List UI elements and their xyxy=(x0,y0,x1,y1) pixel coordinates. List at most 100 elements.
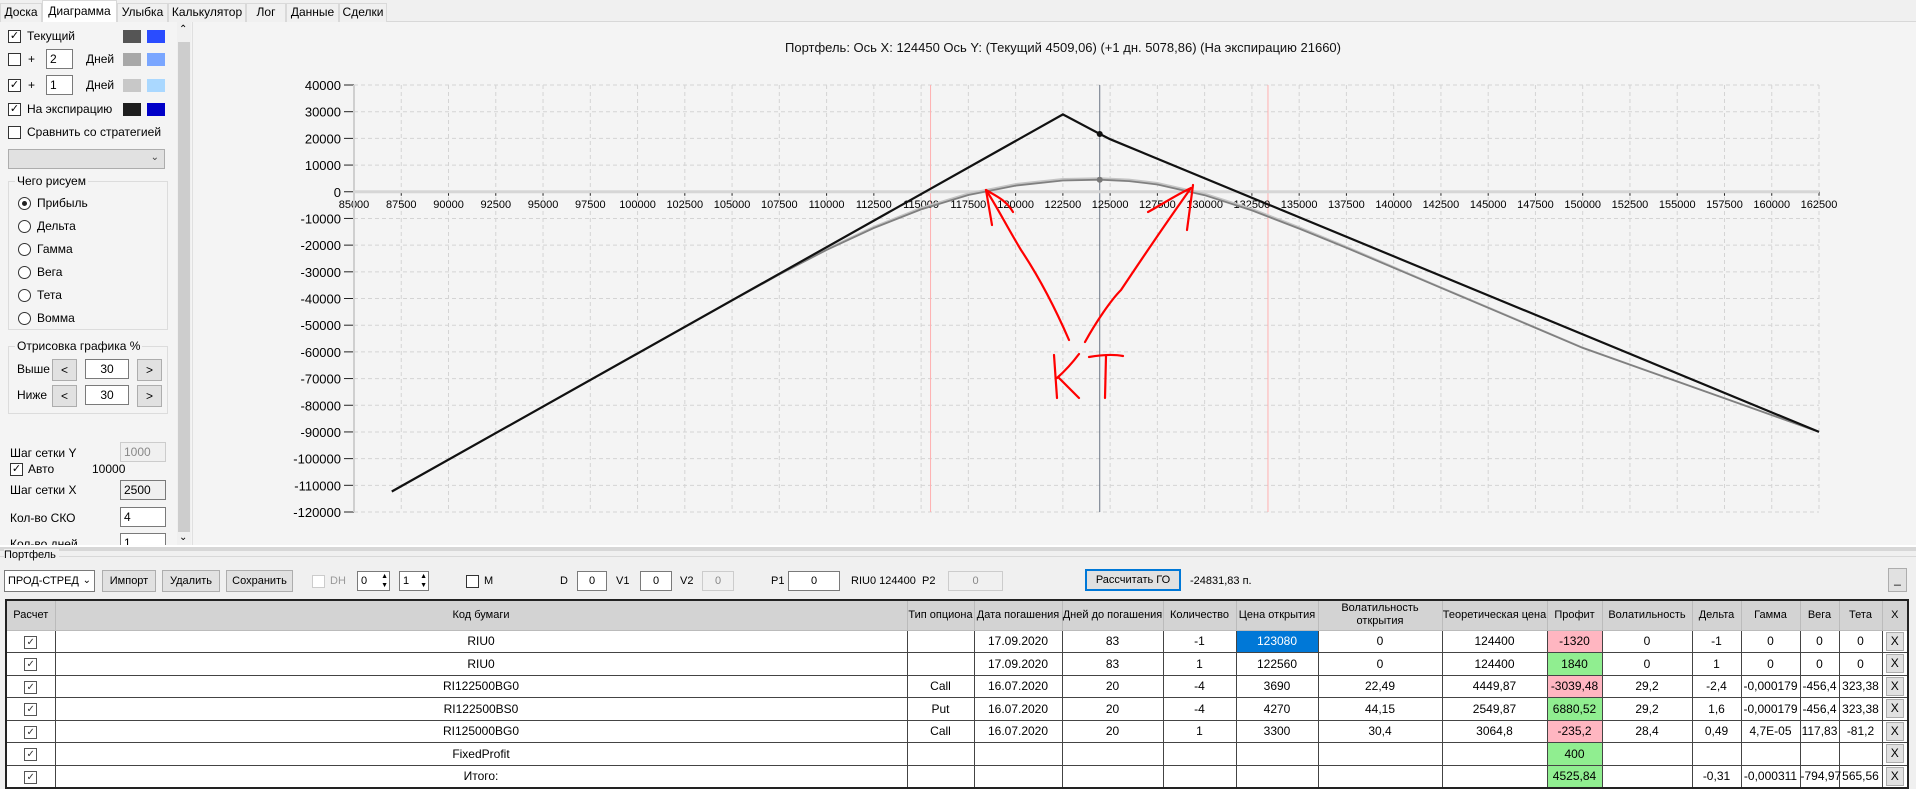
days2-input[interactable]: 1 xyxy=(46,75,73,95)
below-increase-button[interactable]: > xyxy=(137,385,162,407)
delta-cell[interactable]: -1 xyxy=(1691,629,1742,653)
gamma-cell[interactable]: 0 xyxy=(1740,652,1801,676)
remove-row-button[interactable]: X xyxy=(1885,744,1904,764)
column-header[interactable]: Гамма xyxy=(1740,599,1801,631)
tab-data[interactable]: Данные xyxy=(286,3,339,22)
option-type-cell[interactable] xyxy=(906,629,975,653)
table-row[interactable]: ✓ RIU0 17.09.2020 83 -1 123080 0 124400 -1320 0 -1… xyxy=(5,629,1909,653)
above-increase-button[interactable]: > xyxy=(137,359,162,381)
quantity-cell[interactable]: -4 xyxy=(1162,674,1237,698)
days-to-expiry-cell[interactable] xyxy=(1061,764,1164,788)
security-code-cell[interactable]: RI122500BS0 xyxy=(54,697,908,721)
remove-row-button[interactable]: X xyxy=(1885,721,1904,741)
column-header[interactable]: Волатильность xyxy=(1601,599,1693,631)
expiry-date-cell[interactable]: 17.09.2020 xyxy=(973,629,1063,653)
quantity-cell[interactable]: -1 xyxy=(1162,629,1237,653)
tab-log[interactable]: Лог xyxy=(246,3,286,22)
security-code-cell[interactable]: RI125000BG0 xyxy=(54,719,908,743)
above-decrease-button[interactable]: < xyxy=(52,359,77,381)
option-type-cell[interactable]: Put xyxy=(906,697,975,721)
current-color-swatch-alt[interactable] xyxy=(147,30,165,43)
security-code-cell[interactable]: Итого: xyxy=(54,764,908,788)
expiration-checkbox[interactable]: ✓ xyxy=(8,103,21,116)
current-checkbox[interactable]: ✓ xyxy=(8,30,21,43)
column-header[interactable]: Код бумаги xyxy=(54,599,908,631)
column-header[interactable]: Расчет xyxy=(5,599,56,631)
days-to-expiry-cell[interactable]: 83 xyxy=(1061,629,1164,653)
open-price-cell[interactable]: 3300 xyxy=(1235,719,1319,743)
option-type-cell[interactable]: Call xyxy=(906,674,975,698)
open-price-cell[interactable]: 3690 xyxy=(1235,674,1319,698)
scroll-down-icon[interactable]: ⌄ xyxy=(179,532,187,543)
delta-cell[interactable]: 0,49 xyxy=(1691,719,1742,743)
theta-cell[interactable]: 0 xyxy=(1838,652,1883,676)
radio-vega[interactable] xyxy=(18,266,31,279)
below-decrease-button[interactable]: < xyxy=(52,385,77,407)
table-row[interactable]: ✓ Итого: 4525,84 -0,31 -0,000311 -794,97 565,5… xyxy=(5,764,1909,788)
calc-checkbox-cell[interactable]: ✓ xyxy=(5,742,56,766)
radio-theta[interactable] xyxy=(18,289,31,302)
gamma-cell[interactable] xyxy=(1740,742,1801,766)
days1-checkbox[interactable] xyxy=(8,53,21,66)
quantity-cell[interactable]: -4 xyxy=(1162,697,1237,721)
column-header[interactable]: Профит xyxy=(1546,599,1603,631)
column-header[interactable]: Волатильность открытия xyxy=(1317,599,1443,631)
option-type-cell[interactable] xyxy=(906,742,975,766)
delta-cell[interactable] xyxy=(1691,742,1742,766)
calc-checkbox-cell[interactable]: ✓ xyxy=(5,629,56,653)
left-panel-scrollbar[interactable]: ⌃ ⌄ xyxy=(177,22,191,545)
column-header[interactable]: Дней до погашения xyxy=(1061,599,1164,631)
volatility-cell[interactable]: 0 xyxy=(1601,629,1693,653)
column-header[interactable]: Тип опциона xyxy=(906,599,975,631)
open-price-cell[interactable] xyxy=(1235,764,1319,788)
security-code-cell[interactable]: RI122500BG0 xyxy=(54,674,908,698)
volatility-cell[interactable] xyxy=(1601,742,1693,766)
table-row[interactable]: ✓ RI122500BS0 Put 16.07.2020 20 -4 4270 44,15 25… xyxy=(5,697,1909,721)
vega-cell[interactable]: -794,97 xyxy=(1799,764,1841,788)
strategy-select[interactable]: ПРОД-СТРЕД ⌄ xyxy=(4,570,95,592)
open-volatility-cell[interactable]: 30,4 xyxy=(1317,719,1443,743)
remove-row-button[interactable]: X xyxy=(1885,676,1904,696)
p1-input[interactable]: 0 xyxy=(788,571,840,591)
calculate-go-button[interactable]: Рассчитать ГО xyxy=(1085,569,1181,591)
scroll-up-icon[interactable]: ⌃ xyxy=(179,24,187,35)
vega-cell[interactable]: 0 xyxy=(1799,629,1840,653)
above-input[interactable]: 30 xyxy=(85,359,129,379)
theta-cell[interactable]: 0 xyxy=(1838,629,1883,653)
below-input[interactable]: 30 xyxy=(85,385,129,405)
theoretical-price-cell[interactable]: 124400 xyxy=(1441,652,1548,676)
open-volatility-cell[interactable] xyxy=(1317,764,1443,788)
profit-cell[interactable]: 4525,84 xyxy=(1546,764,1603,788)
calc-checkbox[interactable]: ✓ xyxy=(24,635,38,649)
payoff-chart[interactable]: Портфель: Ось X: 124450 Ось Y: (Текущий … xyxy=(192,22,1916,545)
delta-cell[interactable]: 1 xyxy=(1691,652,1742,676)
profit-cell[interactable]: 6880,52 xyxy=(1546,697,1603,721)
delta-cell[interactable]: 1,6 xyxy=(1691,697,1742,721)
compare-checkbox[interactable] xyxy=(8,126,21,139)
vega-cell[interactable]: -456,4 xyxy=(1799,674,1840,698)
radio-profit[interactable] xyxy=(18,197,31,210)
days-to-expiry-cell[interactable]: 20 xyxy=(1061,719,1164,743)
volatility-cell[interactable]: 29,2 xyxy=(1601,674,1693,698)
calc-checkbox[interactable]: ✓ xyxy=(24,725,38,739)
table-row[interactable]: ✓ FixedProfit 400 X xyxy=(5,742,1909,766)
current-color-swatch[interactable] xyxy=(123,30,141,43)
theta-cell[interactable]: 323,38 xyxy=(1838,697,1883,721)
delta-cell[interactable]: -0,31 xyxy=(1691,764,1742,788)
days2-color-swatch[interactable] xyxy=(123,79,141,92)
theta-cell[interactable]: 565,56 xyxy=(1838,764,1883,788)
grid-y-input[interactable]: 1000 xyxy=(120,442,166,462)
calc-checkbox-cell[interactable]: ✓ xyxy=(5,697,56,721)
scrollbar-thumb[interactable] xyxy=(178,42,190,532)
security-code-cell[interactable]: RIU0 xyxy=(54,629,908,653)
m-checkbox[interactable] xyxy=(466,575,479,588)
spinner-1[interactable]: 0 ▲ ▼ xyxy=(357,571,390,591)
import-button[interactable]: Импорт xyxy=(102,570,156,592)
security-code-cell[interactable]: RIU0 xyxy=(54,652,908,676)
dh-checkbox[interactable] xyxy=(312,575,325,588)
calc-checkbox[interactable]: ✓ xyxy=(24,658,38,672)
quantity-cell[interactable]: 1 xyxy=(1162,719,1237,743)
tab-diagram[interactable]: Диаграмма xyxy=(42,0,117,23)
option-type-cell[interactable]: Call xyxy=(906,719,975,743)
tab-board[interactable]: Доска xyxy=(0,3,42,22)
